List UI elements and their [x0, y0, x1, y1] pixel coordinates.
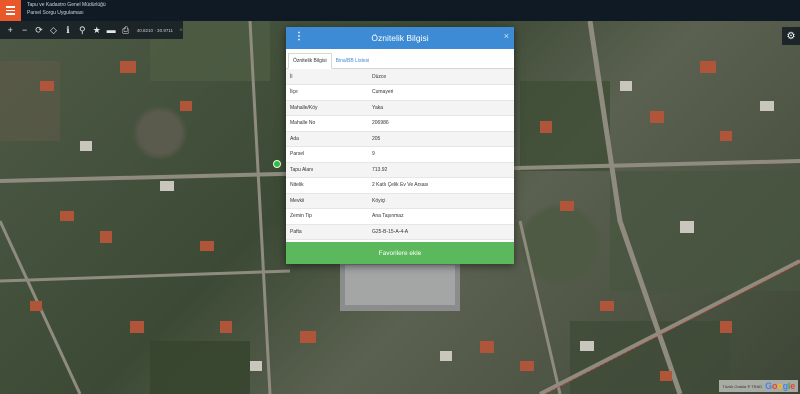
table-row: İl Düzce	[286, 69, 514, 85]
table-row: Zemin Tip Ana Taşınmaz	[286, 208, 514, 225]
app-title: Tapu ve Kadastro Genel Müdürlüğü	[27, 2, 106, 8]
attribute-key: Parsel	[286, 146, 368, 163]
toolbar-extra[interactable]: ☆	[179, 27, 183, 33]
attribute-key: Nitelik	[286, 177, 368, 194]
attribute-key: Mahalle/Köy	[286, 100, 368, 116]
attribute-key: Pafta	[286, 224, 368, 240]
attribute-key: İl	[286, 69, 368, 85]
refresh-icon[interactable]: ⟳	[32, 21, 46, 39]
attribution-text: Tüzük Orakla ® TRAD	[722, 383, 763, 389]
attribute-key: İlçe	[286, 84, 368, 101]
measure-icon[interactable]: ▬	[104, 21, 118, 39]
attribute-value: Cumayeri	[368, 84, 514, 101]
info-icon[interactable]: ℹ	[61, 21, 75, 39]
attribute-value: Düzce	[368, 69, 514, 85]
map-toolbar: + − ⟳ ◇ ℹ ⚲ ★ ▬ ⎙ 40.8210 · 30.9711 ☆	[0, 21, 183, 39]
attribute-value: 713.92	[368, 162, 514, 178]
hamburger-menu-button[interactable]	[0, 0, 21, 21]
dialog-tabs: Öznitelik Bilgisi Bina/BB Listesi	[286, 51, 514, 69]
coordinate-readout: 40.8210 · 30.9711	[136, 27, 173, 33]
attribute-value: Köyiçi	[368, 193, 514, 209]
attribute-key: Zemin Tip	[286, 208, 368, 225]
table-row: Ada 205	[286, 131, 514, 147]
table-row: Parsel 9	[286, 146, 514, 163]
table-row: Pafta G25-B-15-A-4-A	[286, 224, 514, 240]
attribute-key: Mevkii	[286, 193, 368, 209]
close-icon[interactable]: ×	[504, 31, 509, 41]
attribute-value: 9	[368, 146, 514, 163]
attribute-info-dialog: ⋮ Öznitelik Bilgisi × Öznitelik Bilgisi …	[286, 27, 514, 264]
dialog-title: Öznitelik Bilgisi	[371, 33, 429, 43]
map-attribution: Tüzük Orakla ® TRAD Google	[719, 380, 798, 392]
menu-line	[6, 9, 15, 12]
app-subtitle: Parsel Sorgu Uygulaması	[27, 10, 84, 16]
table-row: Nitelik 2 Katlı Çelik Ev Ve Arsası	[286, 177, 514, 194]
attribute-key: Mahalle No	[286, 115, 368, 132]
location-marker[interactable]	[273, 160, 281, 168]
table-row: İlçe Cumayeri	[286, 84, 514, 101]
attribute-value: 2 Katlı Çelik Ev Ve Arsası	[368, 177, 514, 194]
tab-attribute-info[interactable]: Öznitelik Bilgisi	[288, 53, 332, 69]
attribute-value: 206986	[368, 115, 514, 132]
table-row: Mahalle/Köy Yaka	[286, 100, 514, 116]
gear-icon[interactable]: ⚙	[782, 27, 800, 45]
table-row: Mahalle No 206986	[286, 115, 514, 132]
star-icon[interactable]: ★	[90, 21, 104, 39]
app-header: Tapu ve Kadastro Genel Müdürlüğü Parsel …	[0, 0, 800, 21]
table-row: Mevkii Köyiçi	[286, 193, 514, 209]
attribute-value: Ana Taşınmaz	[368, 208, 514, 225]
pin-icon[interactable]: ⚲	[75, 21, 89, 39]
attribute-value: Yaka	[368, 100, 514, 116]
attribute-key: Tapu Alanı	[286, 162, 368, 178]
locate-icon[interactable]: ◇	[46, 21, 60, 39]
dialog-header: ⋮ Öznitelik Bilgisi ×	[286, 27, 514, 49]
tab-building-list[interactable]: Bina/BB Listesi	[332, 54, 374, 68]
add-to-favorites-button[interactable]: Favorilere ekle	[286, 242, 514, 264]
menu-line	[6, 6, 15, 8]
minus-icon[interactable]: −	[17, 21, 31, 39]
table-row: Tapu Alanı 713.92	[286, 162, 514, 178]
plus-icon[interactable]: +	[3, 21, 17, 39]
attribute-key: Ada	[286, 131, 368, 147]
attribute-table: İl Düzce İlçe Cumayeri Mahalle/Köy Yaka Mahall…	[286, 69, 514, 240]
kebab-menu-icon[interactable]: ⋮	[294, 31, 304, 42]
menu-line	[6, 13, 15, 15]
attribute-value: 205	[368, 131, 514, 147]
attribute-value: G25-B-15-A-4-A	[368, 224, 514, 240]
print-icon[interactable]: ⎙	[118, 21, 132, 39]
google-logo: Google	[765, 381, 795, 391]
